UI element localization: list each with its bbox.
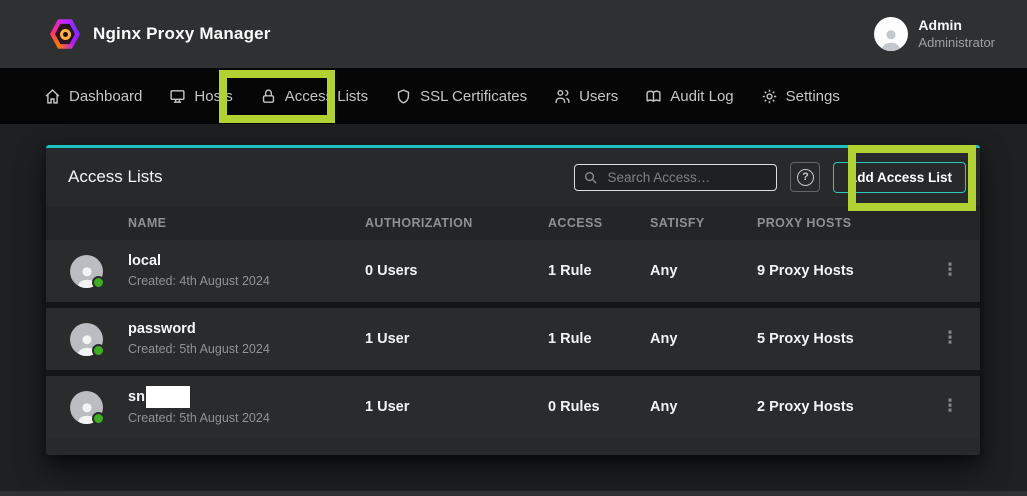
nav-item-access-lists[interactable]: Access Lists — [260, 88, 368, 105]
nav-item-hosts[interactable]: Hosts — [169, 88, 232, 105]
row-menu-kebab-icon[interactable]: ⋮ — [942, 398, 959, 415]
topbar: Nginx Proxy Manager Admin Administrator — [0, 0, 1027, 68]
nav-label: Users — [579, 88, 618, 105]
access-lists-card: Access Lists ? Add Access List NAME AUTH… — [46, 145, 980, 455]
created-date: Created: 5th August 2024 — [128, 341, 365, 358]
app-logo-icon — [50, 18, 80, 50]
col-header-proxy-hosts: PROXY HOSTS — [757, 216, 920, 230]
access-value: 0 Rules — [548, 399, 650, 415]
monitor-icon — [169, 88, 186, 105]
col-header-authorization: AUTHORIZATION — [365, 216, 548, 230]
table-row[interactable]: sn Created: 5th August 2024 1 User 0 Rul… — [46, 376, 980, 438]
nav-item-users[interactable]: Users — [554, 88, 618, 105]
lock-icon — [260, 88, 277, 105]
proxy-hosts-value: 2 Proxy Hosts — [757, 399, 920, 415]
nav-item-dashboard[interactable]: Dashboard — [44, 88, 142, 105]
home-icon — [44, 88, 61, 105]
book-icon — [645, 88, 662, 105]
proxy-hosts-value: 5 Proxy Hosts — [757, 331, 920, 347]
authorization-value: 1 User — [365, 331, 548, 347]
status-online-dot — [92, 344, 105, 357]
nav-label: Hosts — [194, 88, 232, 105]
help-icon: ? — [797, 169, 814, 186]
satisfy-value: Any — [650, 263, 757, 279]
gear-icon — [761, 88, 778, 105]
authorization-value: 0 Users — [365, 263, 548, 279]
table-row[interactable]: local Created: 4th August 2024 0 Users 1… — [46, 240, 980, 302]
nav-item-audit-log[interactable]: Audit Log — [645, 88, 733, 105]
row-avatar — [70, 323, 103, 356]
redaction-box — [146, 386, 190, 408]
app-title: Nginx Proxy Manager — [93, 24, 271, 44]
table-header-row: NAME AUTHORIZATION ACCESS SATISFY PROXY … — [46, 206, 980, 240]
satisfy-value: Any — [650, 331, 757, 347]
row-avatar — [70, 391, 103, 424]
nav-label: Dashboard — [69, 88, 142, 105]
nav-label: SSL Certificates — [420, 88, 527, 105]
authorization-value: 1 User — [365, 399, 548, 415]
col-header-name: NAME — [128, 216, 365, 230]
access-list-name: password — [128, 320, 196, 340]
nav-item-ssl-certificates[interactable]: SSL Certificates — [395, 88, 527, 105]
add-access-list-button[interactable]: Add Access List — [833, 162, 966, 193]
col-header-satisfy: SATISFY — [650, 216, 757, 230]
row-avatar — [70, 255, 103, 288]
access-value: 1 Rule — [548, 331, 650, 347]
created-date: Created: 5th August 2024 — [128, 410, 365, 427]
table-body: local Created: 4th August 2024 0 Users 1… — [46, 240, 980, 438]
access-value: 1 Rule — [548, 263, 650, 279]
shield-icon — [395, 88, 412, 105]
window-bottom-edge — [0, 491, 1027, 496]
user-name: Admin — [918, 17, 995, 35]
satisfy-value: Any — [650, 399, 757, 415]
nav-label: Audit Log — [670, 88, 733, 105]
access-list-name: sn — [128, 388, 145, 408]
search-input[interactable] — [574, 164, 777, 191]
created-date: Created: 4th August 2024 — [128, 273, 365, 290]
search-icon — [583, 170, 598, 185]
access-list-name: local — [128, 252, 161, 272]
user-avatar[interactable] — [874, 17, 908, 51]
row-menu-kebab-icon[interactable]: ⋮ — [942, 330, 959, 347]
person-icon — [878, 25, 904, 51]
help-button[interactable]: ? — [790, 162, 820, 192]
status-online-dot — [92, 412, 105, 425]
row-menu-kebab-icon[interactable]: ⋮ — [942, 262, 959, 279]
col-header-access: ACCESS — [548, 216, 650, 230]
proxy-hosts-value: 9 Proxy Hosts — [757, 263, 920, 279]
search-box — [574, 164, 777, 191]
status-online-dot — [92, 276, 105, 289]
page-title: Access Lists — [68, 167, 162, 187]
users-icon — [554, 88, 571, 105]
table-row[interactable]: password Created: 5th August 2024 1 User… — [46, 308, 980, 370]
card-header: Access Lists ? Add Access List — [46, 148, 980, 206]
nav-item-settings[interactable]: Settings — [761, 88, 840, 105]
nav-label: Settings — [786, 88, 840, 105]
user-menu[interactable]: Admin Administrator — [874, 17, 995, 51]
user-role: Administrator — [918, 35, 995, 51]
main-nav: Dashboard Hosts Access Lists SSL Certifi… — [0, 68, 1027, 124]
nav-label: Access Lists — [285, 88, 368, 105]
